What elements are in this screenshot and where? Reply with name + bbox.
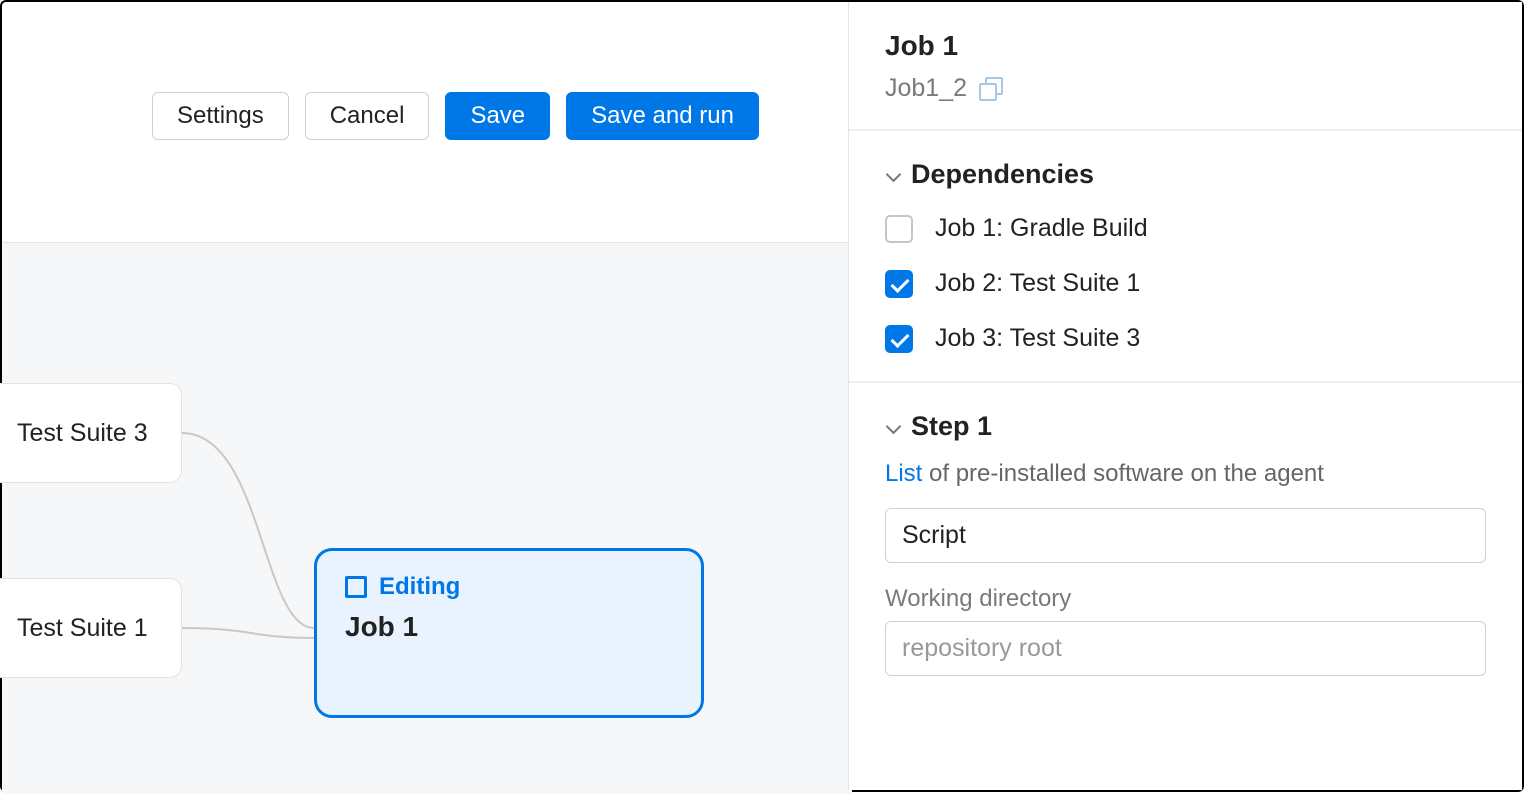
pipeline-node-test-suite-1[interactable]: Test Suite 1 [0,578,182,678]
save-and-run-button[interactable]: Save and run [566,92,759,140]
panel-subtitle-row: Job1_2 [885,74,1486,103]
settings-button[interactable]: Settings [152,92,289,140]
dependency-label: Job 3: Test Suite 3 [935,324,1140,353]
step-header[interactable]: Step 1 [885,411,1486,442]
side-panel: Job 1 Job1_2 Dependencies Job 1: Gradle … [848,2,1522,790]
editing-badge-label: Editing [379,573,460,601]
dependency-item: Job 1: Gradle Build [885,214,1486,243]
pipeline-canvas[interactable]: Test Suite 3 Test Suite 1 Editing Job 1 [2,242,852,794]
dependency-checkbox[interactable] [885,270,913,298]
editing-square-icon [345,576,367,598]
cancel-button[interactable]: Cancel [305,92,430,140]
dependency-checkbox[interactable] [885,325,913,353]
dependency-item: Job 2: Test Suite 1 [885,269,1486,298]
panel-title: Job 1 [885,30,1486,62]
preinstalled-software-link[interactable]: List [885,460,922,487]
copy-icon[interactable] [979,77,1003,101]
working-directory-input[interactable] [885,621,1486,676]
node-label: Test Suite 3 [17,419,148,448]
dependency-checkbox[interactable] [885,215,913,243]
step-hint-text: of pre-installed software on the agent [922,460,1324,487]
dependency-label: Job 2: Test Suite 1 [935,269,1140,298]
panel-subtitle: Job1_2 [885,74,967,103]
chevron-down-icon [885,419,901,435]
dependencies-section: Dependencies Job 1: Gradle Build Job 2: … [849,129,1522,381]
chevron-down-icon [885,167,901,183]
step-type-input[interactable] [885,508,1486,563]
pipeline-node-editing[interactable]: Editing Job 1 [314,548,704,718]
editing-node-title: Job 1 [345,611,673,643]
dependency-item: Job 3: Test Suite 3 [885,324,1486,353]
node-label: Test Suite 1 [17,614,148,643]
save-button[interactable]: Save [445,92,550,140]
step-title: Step 1 [911,411,992,442]
step-section: Step 1 List of pre-installed software on… [849,381,1522,726]
working-directory-label: Working directory [885,585,1486,613]
dependency-label: Job 1: Gradle Build [935,214,1148,243]
dependencies-title: Dependencies [911,159,1094,190]
main-canvas-area: Settings Cancel Save Save and run Test S… [2,2,852,790]
editing-badge: Editing [345,573,673,601]
pipeline-node-test-suite-3[interactable]: Test Suite 3 [0,383,182,483]
dependencies-list: Job 1: Gradle Build Job 2: Test Suite 1 … [885,214,1486,353]
step-hint: List of pre-installed software on the ag… [885,460,1486,488]
panel-header: Job 1 Job1_2 [849,2,1522,129]
dependencies-header[interactable]: Dependencies [885,159,1486,190]
toolbar: Settings Cancel Save Save and run [152,92,759,140]
